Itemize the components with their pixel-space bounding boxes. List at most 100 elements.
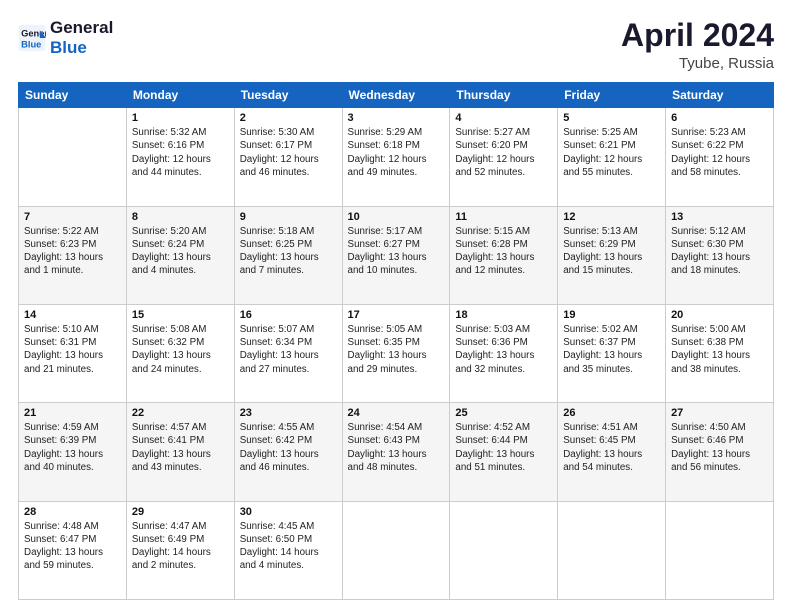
weekday-header-thursday: Thursday [450,83,558,108]
calendar-cell: 9 Sunrise: 5:18 AM Sunset: 6:25 PM Dayli… [234,206,342,304]
calendar-cell: 1 Sunrise: 5:32 AM Sunset: 6:16 PM Dayli… [126,108,234,206]
calendar-cell [450,501,558,599]
day-info: Sunrise: 4:47 AM Sunset: 6:49 PM Dayligh… [132,520,229,573]
day-info: Sunrise: 5:05 AM Sunset: 6:35 PM Dayligh… [348,323,445,376]
day-info: Sunrise: 4:45 AM Sunset: 6:50 PM Dayligh… [240,520,337,573]
calendar-cell [342,501,450,599]
day-number: 16 [240,309,337,321]
calendar-cell: 28 Sunrise: 4:48 AM Sunset: 6:47 PM Dayl… [19,501,127,599]
header: General Blue General Blue April 2024 Tyu… [18,18,774,72]
day-info: Sunrise: 4:55 AM Sunset: 6:42 PM Dayligh… [240,421,337,474]
day-info: Sunrise: 5:23 AM Sunset: 6:22 PM Dayligh… [671,126,768,179]
day-info: Sunrise: 5:30 AM Sunset: 6:17 PM Dayligh… [240,126,337,179]
calendar-cell: 24 Sunrise: 4:54 AM Sunset: 6:43 PM Dayl… [342,403,450,501]
day-info: Sunrise: 5:20 AM Sunset: 6:24 PM Dayligh… [132,225,229,278]
day-number: 24 [348,407,445,419]
weekday-header-wednesday: Wednesday [342,83,450,108]
calendar-cell: 5 Sunrise: 5:25 AM Sunset: 6:21 PM Dayli… [558,108,666,206]
day-info: Sunrise: 4:50 AM Sunset: 6:46 PM Dayligh… [671,421,768,474]
day-number: 22 [132,407,229,419]
day-number: 30 [240,506,337,518]
calendar-cell [19,108,127,206]
calendar-cell: 3 Sunrise: 5:29 AM Sunset: 6:18 PM Dayli… [342,108,450,206]
day-number: 19 [563,309,660,321]
day-info: Sunrise: 4:48 AM Sunset: 6:47 PM Dayligh… [24,520,121,573]
day-info: Sunrise: 5:13 AM Sunset: 6:29 PM Dayligh… [563,225,660,278]
day-number: 3 [348,112,445,124]
day-info: Sunrise: 5:07 AM Sunset: 6:34 PM Dayligh… [240,323,337,376]
weekday-header-tuesday: Tuesday [234,83,342,108]
day-info: Sunrise: 5:03 AM Sunset: 6:36 PM Dayligh… [455,323,552,376]
day-number: 5 [563,112,660,124]
title-block: April 2024 Tyube, Russia [621,18,774,72]
day-number: 13 [671,211,768,223]
day-number: 28 [24,506,121,518]
day-number: 21 [24,407,121,419]
calendar-cell: 18 Sunrise: 5:03 AM Sunset: 6:36 PM Dayl… [450,304,558,402]
page-subtitle: Tyube, Russia [621,55,774,72]
calendar-cell: 4 Sunrise: 5:27 AM Sunset: 6:20 PM Dayli… [450,108,558,206]
day-number: 18 [455,309,552,321]
weekday-header-monday: Monday [126,83,234,108]
svg-text:Blue: Blue [21,39,41,49]
day-number: 27 [671,407,768,419]
day-info: Sunrise: 5:08 AM Sunset: 6:32 PM Dayligh… [132,323,229,376]
calendar-cell: 2 Sunrise: 5:30 AM Sunset: 6:17 PM Dayli… [234,108,342,206]
day-number: 23 [240,407,337,419]
day-number: 1 [132,112,229,124]
calendar-cell: 10 Sunrise: 5:17 AM Sunset: 6:27 PM Dayl… [342,206,450,304]
page: General Blue General Blue April 2024 Tyu… [0,0,792,612]
calendar-cell: 30 Sunrise: 4:45 AM Sunset: 6:50 PM Dayl… [234,501,342,599]
calendar-cell: 25 Sunrise: 4:52 AM Sunset: 6:44 PM Dayl… [450,403,558,501]
day-info: Sunrise: 4:59 AM Sunset: 6:39 PM Dayligh… [24,421,121,474]
day-info: Sunrise: 4:51 AM Sunset: 6:45 PM Dayligh… [563,421,660,474]
calendar-cell: 15 Sunrise: 5:08 AM Sunset: 6:32 PM Dayl… [126,304,234,402]
calendar-cell: 21 Sunrise: 4:59 AM Sunset: 6:39 PM Dayl… [19,403,127,501]
day-info: Sunrise: 4:54 AM Sunset: 6:43 PM Dayligh… [348,421,445,474]
calendar-cell: 19 Sunrise: 5:02 AM Sunset: 6:37 PM Dayl… [558,304,666,402]
day-number: 10 [348,211,445,223]
calendar-cell: 13 Sunrise: 5:12 AM Sunset: 6:30 PM Dayl… [666,206,774,304]
day-number: 29 [132,506,229,518]
calendar-cell: 7 Sunrise: 5:22 AM Sunset: 6:23 PM Dayli… [19,206,127,304]
calendar-cell: 22 Sunrise: 4:57 AM Sunset: 6:41 PM Dayl… [126,403,234,501]
day-number: 12 [563,211,660,223]
calendar-cell [666,501,774,599]
day-info: Sunrise: 5:25 AM Sunset: 6:21 PM Dayligh… [563,126,660,179]
day-number: 11 [455,211,552,223]
day-info: Sunrise: 5:10 AM Sunset: 6:31 PM Dayligh… [24,323,121,376]
calendar-cell: 17 Sunrise: 5:05 AM Sunset: 6:35 PM Dayl… [342,304,450,402]
calendar-cell: 16 Sunrise: 5:07 AM Sunset: 6:34 PM Dayl… [234,304,342,402]
weekday-header-saturday: Saturday [666,83,774,108]
day-info: Sunrise: 5:00 AM Sunset: 6:38 PM Dayligh… [671,323,768,376]
logo-general: General [50,18,113,38]
day-info: Sunrise: 4:57 AM Sunset: 6:41 PM Dayligh… [132,421,229,474]
logo: General Blue General Blue [18,18,113,57]
day-info: Sunrise: 5:15 AM Sunset: 6:28 PM Dayligh… [455,225,552,278]
calendar-cell: 6 Sunrise: 5:23 AM Sunset: 6:22 PM Dayli… [666,108,774,206]
day-info: Sunrise: 5:02 AM Sunset: 6:37 PM Dayligh… [563,323,660,376]
day-info: Sunrise: 5:32 AM Sunset: 6:16 PM Dayligh… [132,126,229,179]
day-info: Sunrise: 5:22 AM Sunset: 6:23 PM Dayligh… [24,225,121,278]
calendar-cell: 11 Sunrise: 5:15 AM Sunset: 6:28 PM Dayl… [450,206,558,304]
weekday-header-friday: Friday [558,83,666,108]
day-number: 8 [132,211,229,223]
day-number: 25 [455,407,552,419]
day-number: 14 [24,309,121,321]
calendar-cell: 29 Sunrise: 4:47 AM Sunset: 6:49 PM Dayl… [126,501,234,599]
page-title: April 2024 [621,18,774,53]
day-info: Sunrise: 4:52 AM Sunset: 6:44 PM Dayligh… [455,421,552,474]
day-number: 2 [240,112,337,124]
calendar-cell: 8 Sunrise: 5:20 AM Sunset: 6:24 PM Dayli… [126,206,234,304]
calendar-cell: 20 Sunrise: 5:00 AM Sunset: 6:38 PM Dayl… [666,304,774,402]
day-number: 7 [24,211,121,223]
day-number: 20 [671,309,768,321]
day-number: 9 [240,211,337,223]
calendar-cell: 14 Sunrise: 5:10 AM Sunset: 6:31 PM Dayl… [19,304,127,402]
calendar-cell: 12 Sunrise: 5:13 AM Sunset: 6:29 PM Dayl… [558,206,666,304]
day-number: 15 [132,309,229,321]
logo-blue: Blue [50,38,113,58]
day-number: 17 [348,309,445,321]
calendar-cell: 23 Sunrise: 4:55 AM Sunset: 6:42 PM Dayl… [234,403,342,501]
day-info: Sunrise: 5:18 AM Sunset: 6:25 PM Dayligh… [240,225,337,278]
